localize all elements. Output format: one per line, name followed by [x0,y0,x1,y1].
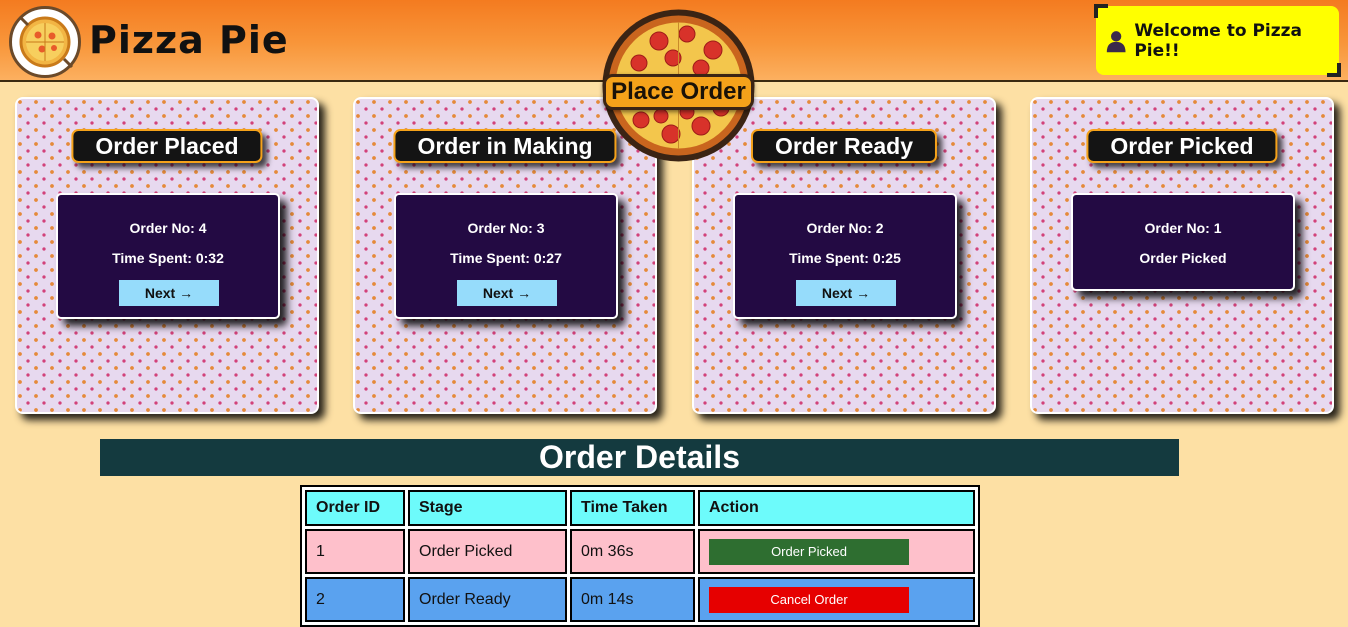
corner-decoration [1094,4,1108,18]
action-cell: Cancel Order [698,577,975,622]
stage-column-order-picked: Order Picked Order No: 1 Order Picked [1030,97,1334,414]
column-header: Time Taken [570,490,695,526]
corner-decoration [1327,63,1341,77]
pizza-logo-icon [9,6,81,78]
order-number: Order No: 3 [467,220,545,236]
place-order-button[interactable]: Place Order [601,8,756,163]
table-row: 2 Order Ready 0m 14s Cancel Order [305,577,975,622]
time-spent: Time Spent: 0:27 [450,250,562,266]
brand-title: Pizza Pie [89,18,289,62]
time-spent: Time Spent: 0:32 [112,250,224,266]
order-status: Order Picked [1139,250,1227,266]
order-number: Order No: 1 [1144,220,1222,236]
order-card: Order No: 4 Time Spent: 0:32 Next → [56,193,280,319]
welcome-text: Welcome to Pizza Pie!! [1134,20,1303,61]
stage-cell: Order Ready [408,577,567,622]
stage-column-order-placed: Order Placed Order No: 4 Time Spent: 0:3… [15,97,319,414]
time-taken-cell: 0m 14s [570,577,695,622]
order-picked-button[interactable]: Order Picked [709,538,909,565]
order-id-cell: 2 [305,577,405,622]
time-spent: Time Spent: 0:25 [789,250,901,266]
stage-title: Order in Making [393,129,617,163]
order-number: Order No: 4 [129,220,207,236]
next-button[interactable]: Next → [796,280,896,306]
user-icon [1106,30,1126,52]
order-card: Order No: 3 Time Spent: 0:27 Next → [394,193,618,319]
stage-title: Order Ready [750,129,938,163]
welcome-badge: Welcome to Pizza Pie!! [1094,4,1341,77]
order-details-heading: Order Details [100,439,1179,476]
table-header-row: Order ID Stage Time Taken Action [305,490,975,526]
time-taken-cell: 0m 36s [570,529,695,574]
column-header: Action [698,490,975,526]
place-order-label[interactable]: Place Order [603,74,754,110]
order-card: Order No: 2 Time Spent: 0:25 Next → [733,193,957,319]
next-button[interactable]: Next → [119,280,219,306]
stage-title: Order Placed [71,129,263,163]
order-card: Order No: 1 Order Picked [1071,193,1295,291]
cancel-order-button[interactable]: Cancel Order [709,586,909,613]
order-details-table: Order ID Stage Time Taken Action 1 Order… [300,485,980,627]
stage-cell: Order Picked [408,529,567,574]
order-id-cell: 1 [305,529,405,574]
next-button[interactable]: Next → [457,280,557,306]
table-row: 1 Order Picked 0m 36s Order Picked [305,529,975,574]
column-header: Order ID [305,490,405,526]
action-cell: Order Picked [698,529,975,574]
column-header: Stage [408,490,567,526]
order-number: Order No: 2 [806,220,884,236]
stage-title: Order Picked [1086,129,1278,163]
